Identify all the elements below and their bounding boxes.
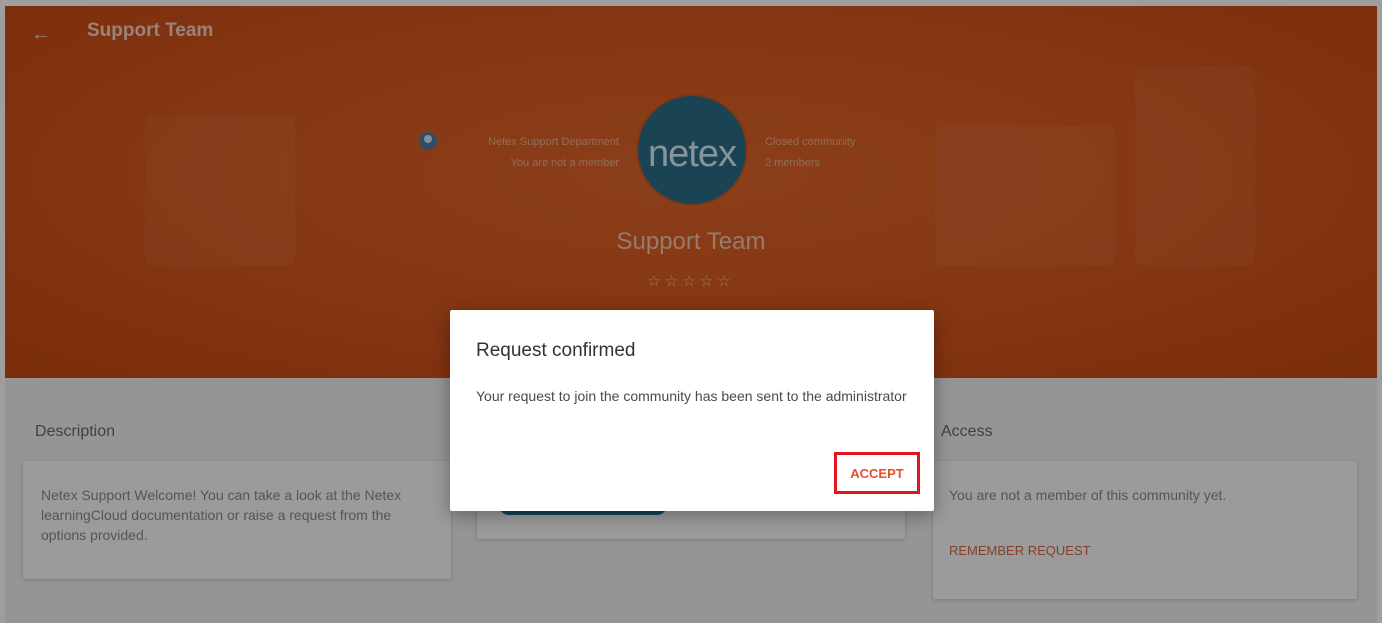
dialog-message: Your request to join the community has b… bbox=[476, 388, 907, 404]
accept-button-label: ACCEPT bbox=[850, 465, 904, 481]
accept-button[interactable]: ACCEPT bbox=[834, 452, 920, 494]
request-confirmed-dialog: Request confirmed Your request to join t… bbox=[450, 310, 934, 511]
dialog-title: Request confirmed bbox=[476, 340, 636, 361]
